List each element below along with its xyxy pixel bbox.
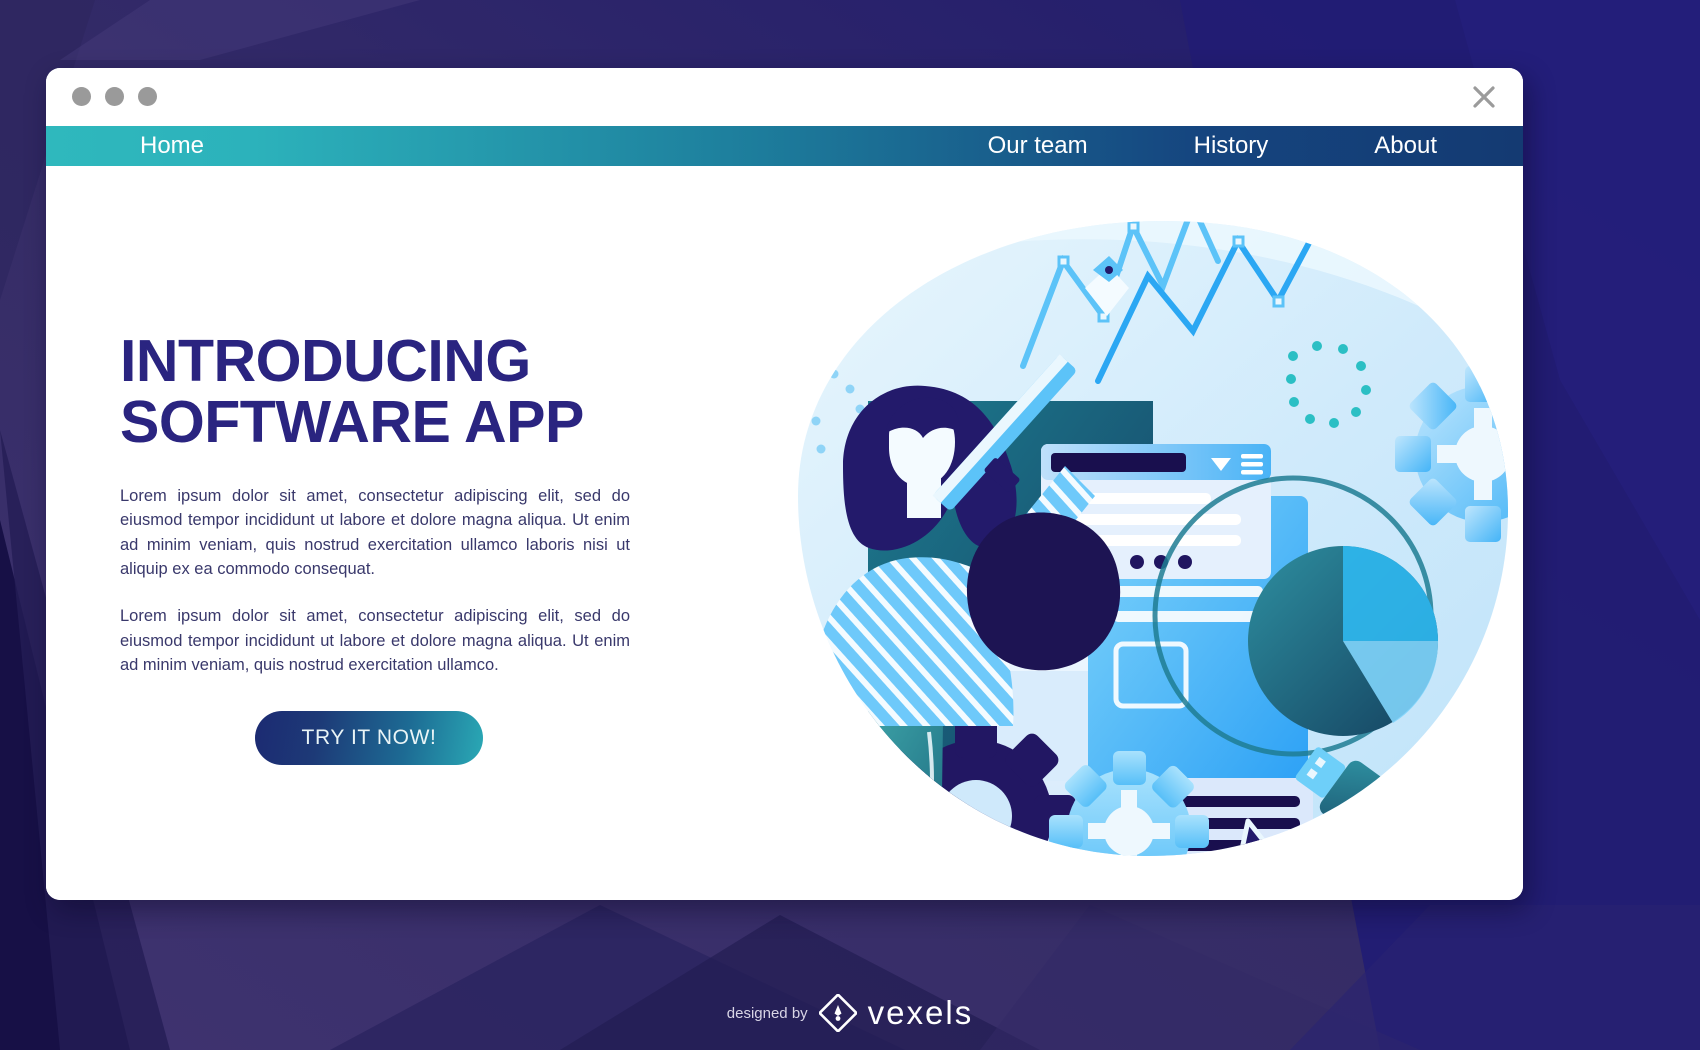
dialog-dots [1130, 555, 1192, 569]
nav-item-about[interactable]: About [1374, 132, 1437, 160]
pie-chart [1248, 546, 1439, 736]
vexels-brand-label: vexels [867, 994, 974, 1031]
hero-paragraph-1: Lorem ipsum dolor sit amet, consectetur … [120, 486, 630, 578]
gear-light-bottomright [1319, 802, 1447, 856]
headline-line-1: INTRODUCING [120, 328, 531, 394]
close-icon [1473, 86, 1495, 108]
person-leg-crease-left [874, 731, 883, 829]
footer-attribution: designed by vexels [0, 994, 1700, 1032]
cta-container: TRY IT NOW! [120, 710, 630, 765]
designed-by-label: designed by [726, 1004, 808, 1022]
nav-item-history[interactable]: History [1194, 132, 1269, 160]
close-button[interactable] [1467, 80, 1501, 114]
nav-links: Our team History About [46, 132, 1523, 160]
traffic-light-dots [72, 87, 157, 106]
browser-window: Home Our team History About INTRODUCING … [46, 68, 1523, 900]
main-navigation: Home Our team History About [46, 126, 1523, 166]
window-titlebar [46, 68, 1523, 126]
vexels-diamond-logo-icon [818, 994, 857, 1032]
person-leg-crease-right [927, 731, 934, 829]
search-bar[interactable] [1051, 453, 1186, 472]
hamburger-icon[interactable] [1241, 454, 1263, 475]
hero-copy: INTRODUCING SOFTWARE APP Lorem ipsum dol… [120, 328, 630, 765]
red-dot-icon[interactable] [72, 87, 91, 106]
hero-paragraph-2: Lorem ipsum dolor sit amet, consectetur … [120, 607, 630, 675]
gear-navy-hub [1463, 221, 1503, 256]
try-it-now-button[interactable]: TRY IT NOW! [255, 710, 483, 765]
page-content: INTRODUCING SOFTWARE APP Lorem ipsum dol… [46, 166, 1523, 900]
nav-item-our-team[interactable]: Our team [988, 132, 1088, 160]
yellow-dot-icon[interactable] [105, 87, 124, 106]
navy-blob [966, 512, 1121, 671]
hero-illustration [704, 221, 1508, 856]
headline-line-2: SOFTWARE APP [120, 389, 584, 456]
page-title: INTRODUCING SOFTWARE APP [120, 328, 630, 456]
pen-tip-small [704, 537, 753, 580]
gear-navy-topright [1399, 221, 1508, 306]
green-dot-icon[interactable] [138, 87, 157, 106]
gear-navy-bottom-hub [940, 780, 1012, 852]
